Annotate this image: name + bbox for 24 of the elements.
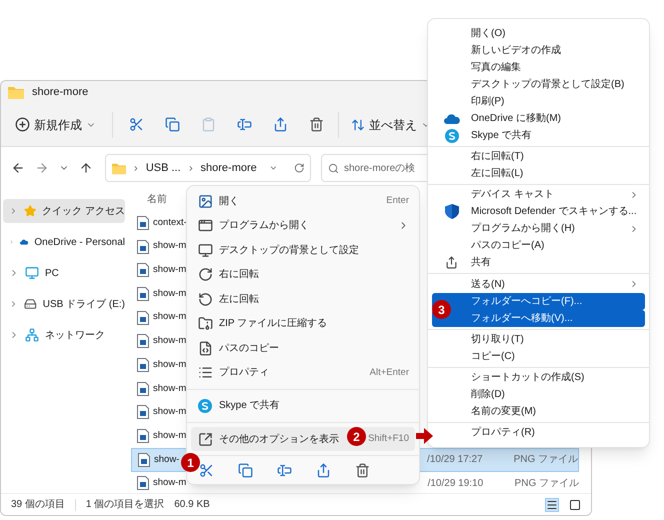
search-placeholder: shore-moreの検 [344,162,416,176]
file-date: /10/29 17:27 [427,453,484,468]
shortcut-text: Enter [386,194,409,208]
file-name: show-m [153,239,186,254]
selection-info: 1 個の項目を選択 [86,498,164,512]
file-name: show-m [153,358,186,372]
file-date: /10/29 19:10 [428,476,484,491]
file-name: show-m [153,310,186,324]
file-name: show- [154,452,180,467]
file-type: PNG ファイル [514,453,578,468]
window-title: shore-more [32,84,88,100]
shortcut-text: Shift+F10 [368,432,409,446]
selection-size: 60.9 KB [174,498,210,512]
shortcut-text: Alt+Enter [370,366,409,380]
item-count: 39 個の項目 [11,498,65,512]
file-type: PNG ファイル [514,476,579,491]
file-name: show-m [153,382,186,396]
file-name: show-m [153,428,186,443]
file-name: show-m [153,476,186,490]
file-name: show-m [153,405,186,420]
file-name: show-m [153,286,186,301]
file-name: show-m [153,263,186,278]
file-name: show-m [153,334,186,348]
file-name: context- [153,216,187,230]
